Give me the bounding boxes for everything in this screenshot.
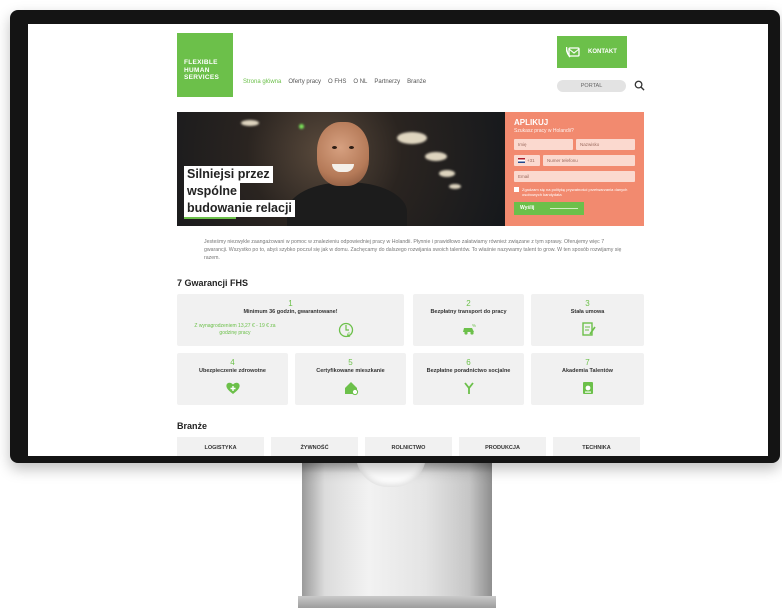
hero-tagline-2: wspólne <box>184 183 241 202</box>
nav-item-job-offers[interactable]: Oferty pracy <box>288 79 321 85</box>
guarantee-label: Bezpłatne poradnictwo socjalne <box>426 368 511 374</box>
phone-prefix: +31 <box>527 158 535 163</box>
guarantee-number: 2 <box>466 299 471 308</box>
nav-item-home[interactable]: Strona główna <box>243 79 281 85</box>
branch-food[interactable]: ŻYWNOŚĆ <box>271 437 358 456</box>
consent-checkbox[interactable] <box>514 187 519 192</box>
guarantee-number: 7 <box>585 358 590 367</box>
phone-row: +31 Numer telefonu <box>514 155 635 166</box>
guarantee-card-2[interactable]: 2 Bezpłatny transport do pracy % <box>413 294 524 346</box>
portal-button[interactable]: PORTAL <box>557 80 626 92</box>
hero-tagline-1: Silniejsi przez <box>184 166 273 185</box>
branch-agriculture[interactable]: ROLNICTWO <box>365 437 452 456</box>
guarantee-number: 6 <box>466 358 471 367</box>
guarantee-label: Minimum 36 godzin, gwarantowane! <box>243 309 338 315</box>
main-nav: Strona główna Oferty pracy O FHS O NL Pa… <box>243 79 426 85</box>
logo-line-2: HUMAN <box>184 66 210 74</box>
guarantee-number: 1 <box>288 299 293 308</box>
contract-icon <box>581 322 596 336</box>
hero-light <box>241 120 259 126</box>
consent-row: Zgadzam się na politykę prywatności prze… <box>514 187 635 197</box>
nav-item-branches[interactable]: Branże <box>407 79 426 85</box>
logo-line-3: SERVICES <box>184 74 220 81</box>
guarantee-number: 3 <box>585 299 590 308</box>
heart-plus-icon <box>225 382 240 394</box>
hero-tagline-3: budowanie relacji <box>184 200 295 219</box>
hero-person-face <box>317 122 369 186</box>
svg-text:%: % <box>472 323 476 328</box>
guarantee-label: Ubezpieczenie zdrowotne <box>199 368 266 374</box>
house-icon <box>344 382 358 396</box>
guarantee-number: 4 <box>230 358 235 367</box>
branch-production[interactable]: PRODUKCJA <box>459 437 546 456</box>
last-name-field[interactable]: Nazwisko <box>576 139 635 150</box>
guarantee-card-4[interactable]: 4 Ubezpieczenie zdrowotne <box>177 353 288 405</box>
guarantee-label: Stała umowa <box>570 309 605 315</box>
guarantee-card-7[interactable]: 7 Akademia Talentów <box>531 353 644 405</box>
branch-logistics[interactable]: LOGISTYKA <box>177 437 264 456</box>
branches-title: Branże <box>177 421 208 431</box>
phone-prefix-select[interactable]: +31 <box>514 155 540 166</box>
apply-subtitle: Szukasz pracy w Holandii? <box>514 128 574 134</box>
netherlands-flag-icon <box>518 158 525 164</box>
consent-text: Zgadzam się na politykę prywatności prze… <box>522 187 628 197</box>
phone-mail-icon <box>566 46 580 58</box>
contact-button-label: KONTAKT <box>588 49 617 55</box>
name-row: Imię Nazwisko <box>514 139 635 150</box>
search-icon[interactable] <box>634 80 645 91</box>
hero-light <box>397 132 427 144</box>
guarantee-card-3[interactable]: 3 Stała umowa <box>531 294 644 346</box>
nav-item-about-fhs[interactable]: O FHS <box>328 79 346 85</box>
guarantee-number: 5 <box>348 358 353 367</box>
fhs-logo[interactable]: FLEXIBLE HUMAN SERVICES <box>177 33 233 97</box>
hero-light <box>299 124 304 129</box>
nav-item-about-nl[interactable]: O NL <box>353 79 367 85</box>
guarantee-label: Bezpłatny transport do pracy <box>430 309 507 315</box>
guarantees-title: 7 Gwarancji FHS <box>177 278 249 288</box>
hero-person-body <box>287 182 407 226</box>
guarantee-card-6[interactable]: 6 Bezpłatne poradnictwo socjalne <box>413 353 524 405</box>
guarantee-note: Z wynagrodzeniem 13,27 € - 19 € za godzi… <box>194 323 276 336</box>
apply-form: APLIKUJ Szukasz pracy w Holandii? Imię N… <box>505 112 644 226</box>
send-button[interactable]: Wyślij <box>514 202 584 215</box>
guarantee-card-5[interactable]: 5 Certyfikowane mieszkanie <box>295 353 406 405</box>
hero-light <box>425 152 447 161</box>
phone-field[interactable]: Numer telefonu <box>543 155 635 166</box>
hero-person-eye <box>332 146 337 149</box>
nav-item-partners[interactable]: Partnerzy <box>374 79 400 85</box>
euro-clock-icon: € <box>338 322 354 338</box>
hero-light <box>439 170 455 177</box>
hero-banner: Silniejsi przez wspólne budowanie relacj… <box>177 112 505 226</box>
apply-title: APLIKUJ <box>514 118 549 127</box>
hero-light <box>449 184 461 189</box>
car-icon: % <box>462 323 476 335</box>
intro-text: Jesteśmy niezwykle zaangażowani w pomoc … <box>204 239 622 261</box>
first-name-field[interactable]: Imię <box>514 139 573 150</box>
monitor-frame: FLEXIBLE HUMAN SERVICES Strona główna Of… <box>10 10 780 463</box>
hero-person-eye <box>349 146 354 149</box>
email-field[interactable]: Email <box>514 171 635 182</box>
guarantee-label: Akademia Talentów <box>562 368 613 374</box>
guarantee-card-1[interactable]: 1 Minimum 36 godzin, gwarantowane! Z wyn… <box>177 294 404 346</box>
contact-button[interactable]: KONTAKT <box>557 36 627 68</box>
academy-icon <box>582 382 593 394</box>
email-row: Email <box>514 171 635 182</box>
branch-technology[interactable]: TECHNIKA <box>553 437 640 456</box>
website-screen: FLEXIBLE HUMAN SERVICES Strona główna Of… <box>28 24 768 456</box>
handshake-icon <box>463 382 474 394</box>
guarantee-label: Certyfikowane mieszkanie <box>316 368 385 374</box>
monitor-stand-foot <box>298 596 496 608</box>
logo-line-1: FLEXIBLE <box>184 59 218 66</box>
